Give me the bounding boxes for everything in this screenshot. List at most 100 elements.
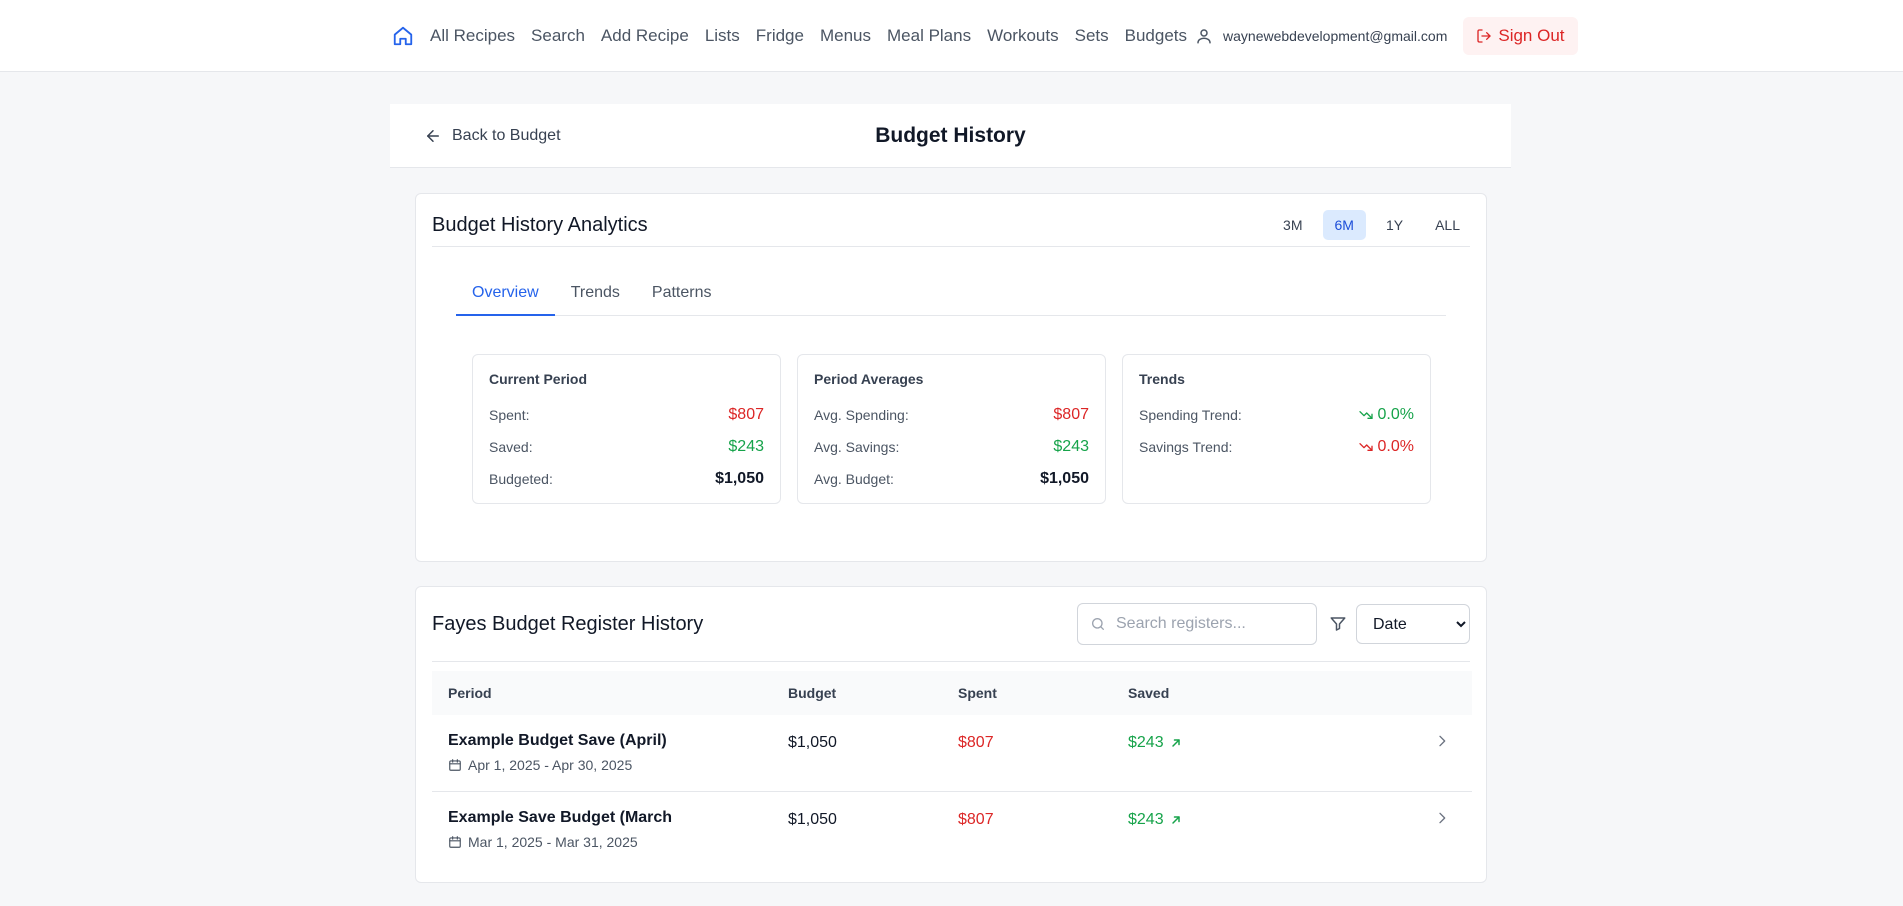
- chevron-right-icon[interactable]: [1434, 810, 1450, 826]
- stat-label: Savings Trend:: [1139, 439, 1233, 455]
- search-box: [1077, 603, 1317, 645]
- column-header-saved: Saved: [1128, 685, 1170, 701]
- register-date-range: Mar 1, 2025 - Mar 31, 2025: [468, 834, 638, 850]
- stat-value-budgeted: $1,050: [715, 470, 764, 487]
- register-date-range: Apr 1, 2025 - Apr 30, 2025: [468, 757, 633, 773]
- chevron-right-icon[interactable]: [1434, 733, 1450, 749]
- tab-patterns[interactable]: Patterns: [636, 282, 728, 316]
- arrow-up-right-icon: [1171, 816, 1180, 824]
- trends-title: Trends: [1139, 371, 1185, 387]
- tab-overview[interactable]: Overview: [456, 282, 555, 316]
- back-label: Back to Budget: [452, 127, 561, 144]
- stat-label: Saved:: [489, 439, 533, 455]
- savings-trend-text: 0.0%: [1377, 438, 1414, 455]
- stat-value-spent: $807: [728, 406, 764, 423]
- user-icon: [1195, 26, 1215, 46]
- current-period-title: Current Period: [489, 371, 588, 387]
- register-budget: $1,050: [788, 811, 837, 828]
- divider: [432, 246, 1470, 247]
- register-history-card: Fayes Budget Register History Date Perio…: [415, 586, 1487, 883]
- top-navbar: All Recipes Search Add Recipe Lists Frid…: [0, 0, 1903, 72]
- stat-value-avg-spending: $807: [1053, 406, 1089, 423]
- calendar-icon: [449, 759, 461, 771]
- table-row[interactable]: Example Budget Save (April) Apr 1, 2025 …: [432, 715, 1472, 792]
- register-saved: $243: [1128, 811, 1182, 829]
- trends-card: Trends Spending Trend: 0.0% Savings Tren…: [1122, 354, 1431, 504]
- search-input[interactable]: [1116, 615, 1306, 633]
- current-period-card: Current Period Spent: $807 Saved: $243 B…: [472, 354, 781, 504]
- sign-out-button[interactable]: Sign Out: [1463, 17, 1578, 55]
- stat-row-budgeted: Budgeted: $1,050: [489, 463, 764, 495]
- user-email: waynewebdevelopment@gmail.com: [1223, 28, 1448, 44]
- search-icon: [1092, 618, 1104, 630]
- log-out-icon: [1477, 29, 1492, 43]
- trending-down-icon: [1358, 411, 1373, 419]
- analytics-card: Budget History Analytics 3M 6M 1Y ALL Ov…: [415, 193, 1487, 562]
- history-title: Fayes Budget Register History: [432, 613, 704, 635]
- nav-link-workouts[interactable]: Workouts: [987, 26, 1059, 46]
- stat-row-avg-spending: Avg. Spending: $807: [814, 399, 1089, 431]
- stat-row-spent: Spent: $807: [489, 399, 764, 431]
- page-header: Budget History Back to Budget: [390, 104, 1511, 168]
- stat-row-avg-budget: Avg. Budget: $1,050: [814, 463, 1089, 495]
- range-1y-button[interactable]: 1Y: [1374, 210, 1415, 240]
- nav-link-fridge[interactable]: Fridge: [756, 26, 804, 46]
- nav-link-sets[interactable]: Sets: [1075, 26, 1109, 46]
- period-averages-card: Period Averages Avg. Spending: $807 Avg.…: [797, 354, 1106, 504]
- stat-label: Spent:: [489, 407, 530, 423]
- register-spent: $807: [958, 811, 994, 828]
- arrow-up-right-icon: [1171, 739, 1180, 747]
- stat-label: Budgeted:: [489, 471, 553, 487]
- range-3m-button[interactable]: 3M: [1271, 210, 1314, 240]
- spending-trend-value: 0.0%: [1358, 406, 1414, 424]
- stat-row-savings-trend: Savings Trend: 0.0%: [1139, 431, 1414, 463]
- stat-cards: Current Period Spent: $807 Saved: $243 B…: [472, 354, 1431, 504]
- stat-label: Avg. Spending:: [814, 407, 909, 423]
- nav-link-menus[interactable]: Menus: [820, 26, 871, 46]
- nav-link-lists[interactable]: Lists: [705, 26, 740, 46]
- stat-row-avg-savings: Avg. Savings: $243: [814, 431, 1089, 463]
- nav-link-all-recipes[interactable]: All Recipes: [430, 26, 515, 46]
- nav-link-budgets[interactable]: Budgets: [1125, 26, 1187, 46]
- register-name: Example Save Budget (March: [448, 809, 673, 826]
- column-header-period: Period: [448, 685, 492, 701]
- nav-link-add-recipe[interactable]: Add Recipe: [601, 26, 689, 46]
- range-selector: 3M 6M 1Y ALL: [1271, 210, 1472, 240]
- stat-label: Avg. Budget:: [814, 471, 894, 487]
- period-averages-title: Period Averages: [814, 371, 924, 387]
- register-name: Example Budget Save (April): [448, 732, 667, 749]
- nav-links: All Recipes Search Add Recipe Lists Frid…: [390, 0, 1578, 72]
- table-header: Period Budget Spent Saved: [432, 671, 1472, 715]
- table-row[interactable]: Example Save Budget (March Mar 1, 2025 -…: [432, 792, 1472, 869]
- back-to-budget-link[interactable]: Back to Budget: [424, 104, 561, 168]
- stat-value-saved: $243: [728, 438, 764, 455]
- range-6m-button[interactable]: 6M: [1322, 210, 1366, 240]
- column-header-budget: Budget: [788, 685, 837, 701]
- spending-trend-text: 0.0%: [1377, 406, 1414, 423]
- stat-row-saved: Saved: $243: [489, 431, 764, 463]
- savings-trend-value: 0.0%: [1358, 438, 1414, 456]
- stat-value-avg-savings: $243: [1053, 438, 1089, 455]
- home-icon[interactable]: [390, 23, 416, 49]
- arrow-left-icon: [427, 130, 439, 142]
- stat-label: Spending Trend:: [1139, 407, 1242, 423]
- tab-trends[interactable]: Trends: [555, 282, 636, 316]
- nav-link-search[interactable]: Search: [531, 26, 585, 46]
- sort-select[interactable]: Date: [1356, 604, 1470, 644]
- stat-row-spending-trend: Spending Trend: 0.0%: [1139, 399, 1414, 431]
- range-all-button[interactable]: ALL: [1423, 210, 1472, 240]
- calendar-icon: [449, 836, 461, 848]
- filter-icon[interactable]: [1329, 615, 1347, 633]
- register-dates: Apr 1, 2025 - Apr 30, 2025: [448, 757, 632, 773]
- analytics-tabs: Overview Trends Patterns: [456, 282, 1446, 316]
- nav-link-meal-plans[interactable]: Meal Plans: [887, 26, 971, 46]
- register-saved-value: $243: [1128, 734, 1164, 751]
- stat-label: Avg. Savings:: [814, 439, 900, 455]
- register-budget: $1,050: [788, 734, 837, 751]
- trending-down-icon: [1358, 443, 1373, 451]
- register-saved-value: $243: [1128, 811, 1164, 828]
- column-header-spent: Spent: [958, 685, 997, 701]
- register-dates: Mar 1, 2025 - Mar 31, 2025: [448, 834, 638, 850]
- analytics-title: Budget History Analytics: [432, 214, 648, 236]
- divider: [432, 661, 1470, 662]
